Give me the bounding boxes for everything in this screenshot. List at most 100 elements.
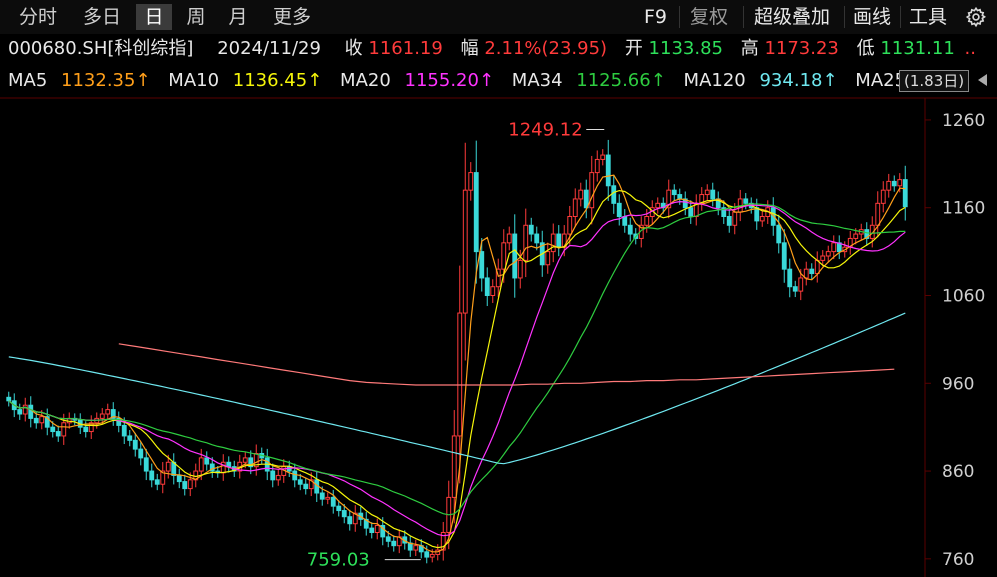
candle-body	[451, 435, 457, 498]
candle-body	[517, 259, 523, 279]
candle-body	[550, 233, 556, 253]
candle-body	[902, 179, 908, 208]
candle-body	[792, 286, 798, 292]
candle-body	[671, 189, 677, 196]
candle-body	[781, 242, 787, 270]
candle-body	[655, 202, 661, 209]
ma5-line	[8, 174, 906, 553]
candle-body	[127, 435, 133, 441]
y-tick-label: 1260	[942, 111, 985, 131]
candle-body	[583, 189, 589, 209]
candle-body	[534, 233, 540, 244]
candle-body	[688, 207, 694, 218]
candle-body	[374, 524, 380, 534]
candle-body	[28, 404, 34, 419]
y-tick-label: 960	[942, 374, 974, 394]
candle-body	[710, 189, 716, 200]
candle-body	[897, 179, 903, 187]
candle-body	[17, 409, 23, 415]
candle-body	[457, 312, 463, 437]
candle-body	[616, 202, 622, 217]
candle-body	[512, 233, 518, 279]
candle-body	[6, 396, 12, 402]
candle-body	[825, 251, 831, 257]
candle-body	[385, 536, 391, 542]
candle-body	[809, 268, 815, 275]
candle-body	[468, 172, 474, 191]
candle-body	[545, 251, 551, 266]
candle-body	[39, 416, 45, 424]
candle-body	[891, 180, 897, 187]
candle-body	[187, 479, 193, 490]
ma250-line	[118, 343, 895, 386]
candle-body	[627, 224, 633, 235]
candle-body	[347, 516, 353, 525]
low-annotation-label: 759.03	[307, 550, 370, 571]
candle-body	[413, 545, 419, 551]
candle-body	[754, 207, 760, 222]
candle-body	[50, 426, 56, 433]
kline-chart[interactable]: 1260 1160 1060 960 860 760 1249.12 759.03	[0, 0, 997, 577]
candle-body	[831, 242, 837, 253]
candle-body	[820, 255, 826, 261]
candle-body	[143, 457, 149, 472]
ma34-line	[8, 203, 906, 516]
candle-body	[61, 422, 67, 437]
candle-body	[22, 404, 28, 415]
candle-body	[336, 505, 342, 512]
candle-body	[275, 474, 281, 481]
candle-body	[319, 492, 325, 500]
candle-body	[776, 224, 782, 244]
candle-body	[270, 470, 276, 481]
candle-body	[798, 277, 804, 292]
candle-body	[704, 189, 710, 196]
candle-body	[528, 224, 534, 235]
candle-body	[132, 439, 138, 450]
candle-body	[176, 474, 182, 483]
candle-body	[220, 461, 226, 474]
candle-body	[814, 259, 820, 275]
candle-body	[787, 268, 793, 288]
candle-body	[605, 154, 611, 187]
candle-body	[506, 233, 512, 244]
candle-body	[292, 470, 298, 481]
candle-body	[330, 496, 336, 507]
candle-body	[121, 424, 127, 437]
candle-body	[622, 216, 628, 226]
candle-body	[594, 158, 600, 174]
candle-body	[83, 426, 89, 433]
candle-body	[572, 198, 578, 217]
candle-body	[600, 154, 606, 160]
candle-body	[154, 479, 160, 485]
candle-body	[424, 551, 430, 558]
candle-body	[204, 457, 210, 465]
y-tick-label: 860	[942, 462, 974, 482]
candle-body	[875, 202, 881, 226]
candle-body	[369, 527, 375, 533]
candle-body	[479, 251, 485, 279]
candle-body	[55, 431, 61, 437]
candle-body	[341, 510, 347, 518]
candle-body	[149, 470, 155, 481]
candle-body	[523, 224, 529, 261]
candle-body	[490, 286, 496, 297]
candle-body	[473, 172, 479, 253]
candle-body	[589, 172, 595, 209]
candle-body	[803, 268, 809, 279]
y-tick-label: 760	[942, 550, 974, 570]
candle-body	[242, 457, 248, 463]
candle-body	[99, 413, 105, 419]
candle-body	[165, 461, 171, 472]
candle-body	[105, 409, 111, 415]
candle-body	[853, 233, 859, 239]
candle-body	[33, 417, 39, 424]
y-tick-label: 1160	[942, 199, 985, 219]
candle-body	[303, 483, 309, 490]
candle-body	[297, 479, 303, 485]
candle-body	[462, 189, 468, 314]
candle-body	[611, 185, 617, 204]
high-annotation-label: 1249.12	[508, 119, 582, 140]
candle-body	[484, 277, 490, 297]
candle-body	[198, 457, 204, 472]
candle-body	[578, 189, 584, 200]
